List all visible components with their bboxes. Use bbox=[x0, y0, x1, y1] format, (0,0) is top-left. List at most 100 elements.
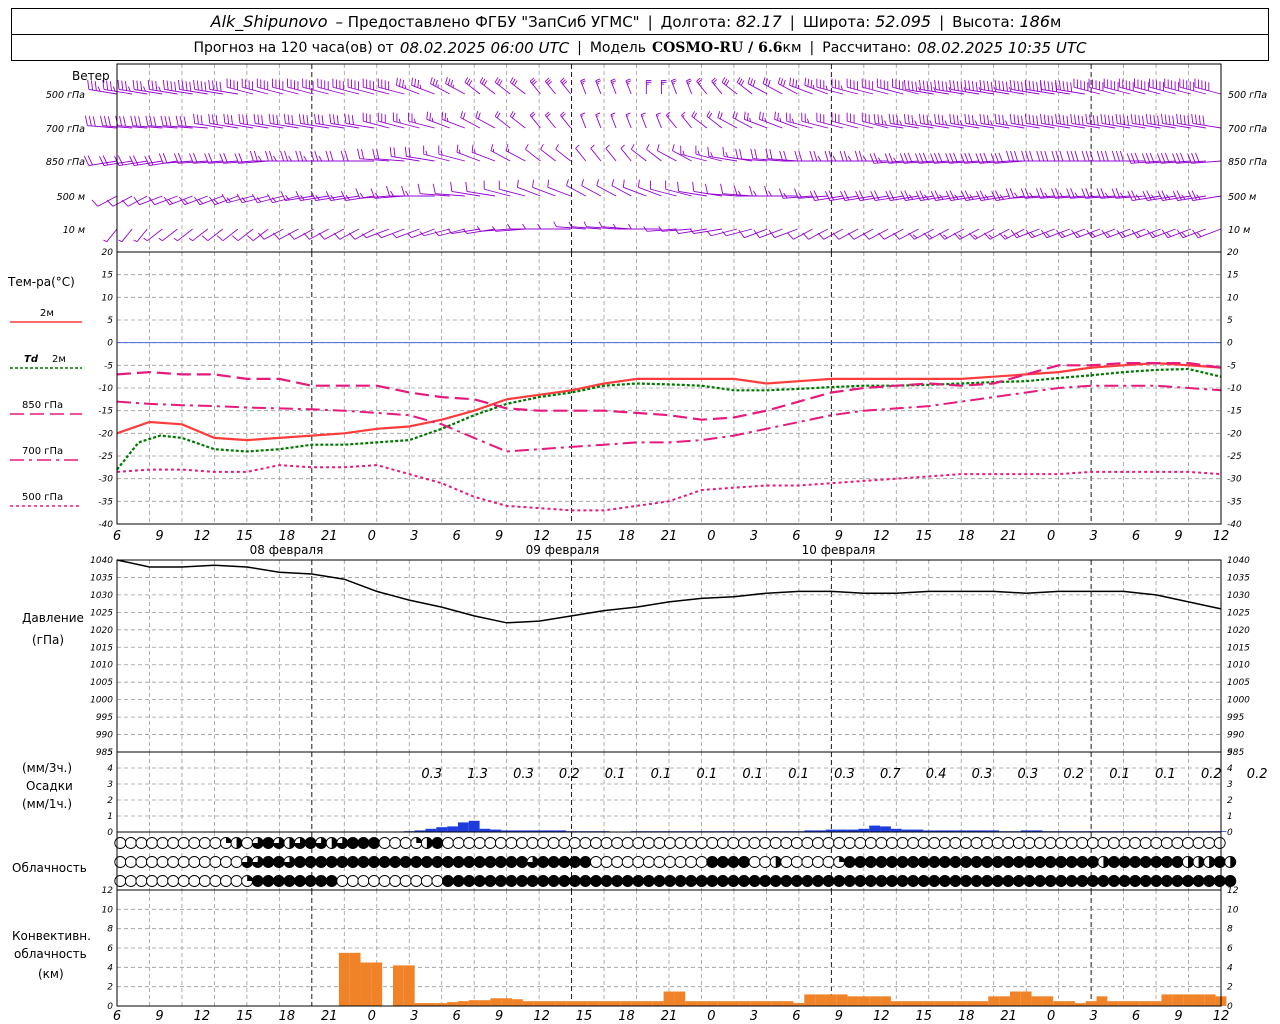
wind-barb-shaft bbox=[640, 114, 647, 129]
cloud-circle-low bbox=[114, 875, 127, 887]
cloud-fill bbox=[1182, 875, 1194, 887]
wind-barb-shaft bbox=[1086, 122, 1116, 129]
wind-barb-feather bbox=[968, 114, 971, 125]
cloud-fill bbox=[833, 875, 845, 887]
wind-barb-feather bbox=[922, 114, 925, 125]
cloud-fill bbox=[495, 875, 507, 887]
wind-barb-shaft bbox=[179, 88, 208, 95]
cloud-circle-high bbox=[1213, 837, 1226, 849]
pressure-tick-label: 995 bbox=[96, 713, 113, 723]
wind-barb-feather bbox=[553, 221, 557, 227]
conv-bar bbox=[609, 1001, 621, 1006]
wind-barb-feather bbox=[869, 153, 875, 164]
wind-barb-shaft bbox=[974, 228, 995, 240]
wind-barb-feather bbox=[626, 80, 632, 83]
wind-barb-feather bbox=[1119, 150, 1124, 162]
x-tick-label: 21 bbox=[661, 1009, 678, 1024]
conv-tick-label: 4 bbox=[107, 963, 113, 973]
cloud-fill bbox=[1224, 875, 1236, 887]
cloud-circle-high bbox=[1002, 837, 1015, 849]
conv-bar bbox=[858, 996, 870, 1006]
precip-tick-label: 1 bbox=[1227, 812, 1233, 822]
wind-barb-feather bbox=[429, 77, 433, 84]
wind-barb-feather bbox=[318, 232, 325, 240]
cloud-circle-low bbox=[368, 875, 380, 887]
wind-barb-feather bbox=[750, 78, 753, 86]
x-tick-label: 12 bbox=[873, 529, 890, 544]
conv-bar bbox=[620, 1001, 632, 1006]
wind-barb-feather bbox=[1058, 114, 1061, 125]
cloud-fill bbox=[844, 875, 856, 887]
cloud-fill bbox=[1214, 856, 1226, 868]
wind-barb-shaft bbox=[1194, 86, 1222, 95]
wind-barb-feather bbox=[261, 115, 264, 125]
wind-barb-feather bbox=[1062, 115, 1065, 125]
cloud-title: Облачность bbox=[12, 861, 87, 875]
wind-barb-shaft bbox=[981, 122, 1010, 129]
precip-bar bbox=[447, 826, 458, 832]
wind-barb-feather bbox=[1045, 232, 1051, 237]
wind-barb-shaft bbox=[1056, 88, 1085, 95]
wind-barb-feather bbox=[219, 81, 222, 92]
cloud-circle-high bbox=[484, 837, 497, 849]
cloud-circle-middle bbox=[759, 856, 772, 868]
wind-barb-feather bbox=[84, 115, 88, 126]
wind-barb-feather bbox=[1028, 114, 1031, 125]
wind-barb-feather bbox=[288, 155, 292, 162]
wind-barb-feather bbox=[794, 150, 799, 162]
wind-barb-feather bbox=[509, 77, 514, 83]
wind-barb-feather bbox=[580, 78, 586, 82]
meteogram-chart: 500 гПа 500 гПа 700 гПа 700 гПа 850 гПа 850 г… bbox=[7, 63, 1267, 1024]
cloud-circle-middle bbox=[674, 856, 687, 868]
wind-level-label: 500 гПа bbox=[1228, 90, 1267, 101]
wind-barb-feather bbox=[496, 78, 501, 85]
cloud-fill bbox=[463, 875, 475, 887]
wind-barb-shaft bbox=[808, 228, 829, 240]
cloud-fill bbox=[854, 856, 866, 868]
wind-barb-shaft bbox=[838, 228, 859, 240]
cloud-circle-high bbox=[790, 837, 803, 849]
conv-bar bbox=[728, 1001, 740, 1006]
cloud-circle-low bbox=[420, 875, 433, 887]
wind-barb-shaft bbox=[224, 122, 254, 129]
wind-barb-feather bbox=[230, 115, 233, 125]
x-tick-label: 6 bbox=[113, 529, 121, 544]
wind-barb-shaft bbox=[959, 228, 980, 240]
cloud-fill bbox=[1013, 875, 1025, 887]
wind-level-label: 10 м bbox=[1228, 225, 1250, 236]
cloud-circle-high bbox=[177, 837, 190, 849]
wind-barb-shaft bbox=[97, 195, 118, 207]
wind-barb-feather bbox=[268, 113, 271, 124]
cloud-fill bbox=[971, 856, 983, 868]
wind-barb-feather bbox=[943, 234, 948, 239]
wind-barb-feather bbox=[494, 77, 499, 83]
wind-barb-feather bbox=[1151, 232, 1157, 237]
wind-barb-shaft bbox=[1132, 122, 1161, 129]
precip-tick-label: 3 bbox=[1227, 780, 1233, 790]
precip-3h-label: 0.2 bbox=[1063, 767, 1084, 782]
wind-barb-feather bbox=[934, 79, 937, 90]
wind-barb-feather bbox=[198, 199, 204, 204]
wind-barb-feather bbox=[843, 150, 848, 162]
wind-barb-shaft bbox=[693, 228, 723, 235]
wind-barb-feather bbox=[964, 113, 967, 124]
cloud-circle-high bbox=[632, 837, 645, 849]
cloud-fill bbox=[675, 875, 687, 887]
wind-barb-shaft bbox=[544, 81, 556, 95]
wind-barb-feather bbox=[314, 113, 317, 124]
wind-barb-feather bbox=[317, 114, 320, 125]
conv-bar bbox=[880, 996, 891, 1006]
day-label: 09 февраля bbox=[526, 543, 600, 557]
wind-barb-feather bbox=[612, 82, 615, 85]
pressure-tick-label: 1035 bbox=[1227, 573, 1250, 583]
conv-bar bbox=[1020, 991, 1032, 1006]
wind-barb-feather bbox=[288, 232, 295, 240]
precip-3h-label: 0.1 bbox=[697, 767, 718, 782]
wind-barb-shaft bbox=[711, 81, 723, 95]
temp-tick-label: -40 bbox=[98, 520, 113, 530]
wind-barb-feather bbox=[494, 111, 499, 117]
cloud-circle-middle bbox=[748, 856, 761, 868]
x-tick-label: 12 bbox=[194, 529, 211, 544]
wind-barb-feather bbox=[646, 144, 650, 150]
cloud-fill bbox=[400, 856, 412, 868]
